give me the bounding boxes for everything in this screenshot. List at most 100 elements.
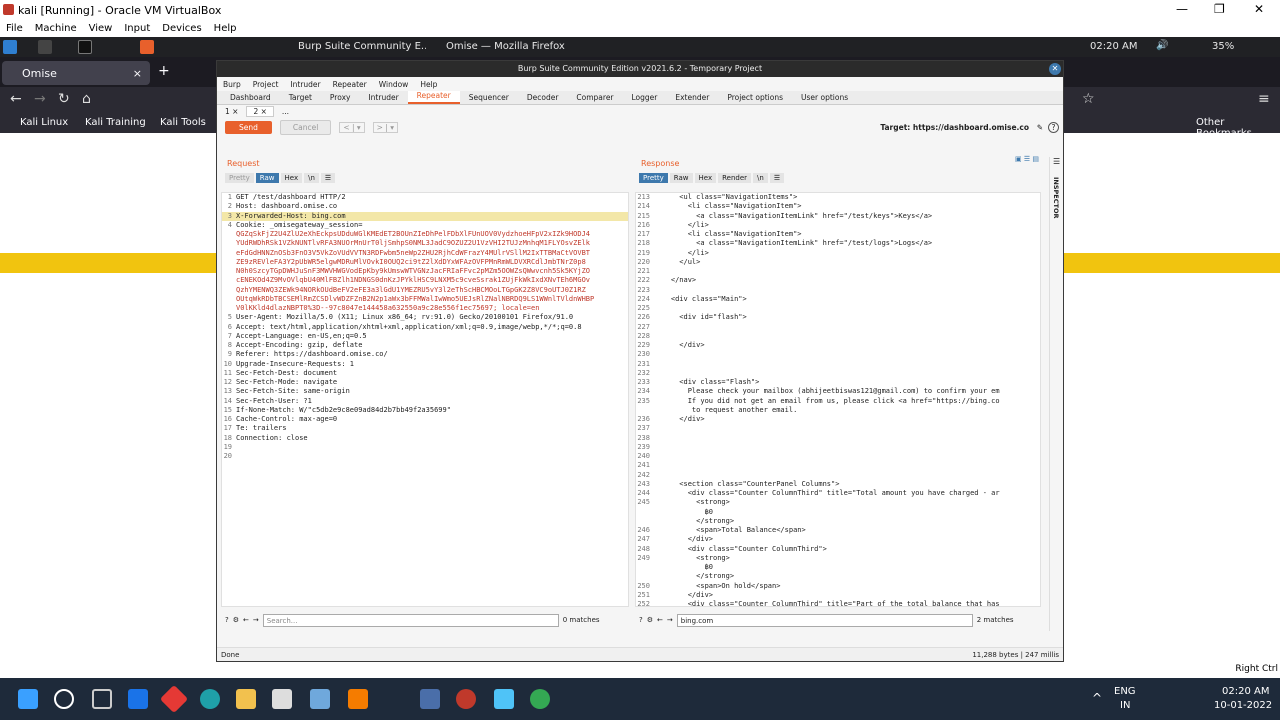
code-line[interactable]: 225 (636, 304, 1040, 313)
code-line[interactable]: V0lKKld4dlazNBPT0%3D--97c8047e144458a632… (222, 304, 628, 313)
resp-opt-raw[interactable]: Raw (669, 173, 693, 183)
req-opt-pretty[interactable]: Pretty (225, 173, 254, 183)
menu-machine[interactable]: Machine (35, 23, 77, 34)
task-firefox[interactable]: Omise — Mozilla Firefox (446, 41, 565, 52)
app-icon-1[interactable] (128, 689, 148, 709)
code-line[interactable]: 15 If-None-Match: W/"c5db2e9c8e09ad84d2b7… (222, 406, 628, 415)
code-line[interactable]: 14 Sec-Fetch-User: ?1 (222, 397, 628, 406)
req-search-prev-icon[interactable]: ← (243, 616, 249, 624)
code-line[interactable]: 7 Accept-Language: en-US,en;q=0.5 (222, 332, 628, 341)
req-opt-raw[interactable]: Raw (255, 173, 279, 183)
code-line[interactable]: 220 </ul> (636, 258, 1040, 267)
tab-target[interactable]: Target (280, 93, 321, 104)
code-line[interactable]: 231 (636, 360, 1040, 369)
code-line[interactable]: to request another email. (636, 406, 1040, 415)
code-line[interactable]: 221 (636, 267, 1040, 276)
code-line[interactable]: 243 <section class="CounterPanel Columns… (636, 480, 1040, 489)
tab-comparer[interactable]: Comparer (567, 93, 622, 104)
code-line[interactable]: 230 (636, 350, 1040, 359)
target-label[interactable]: Target: https://dashboard.omise.co (880, 123, 1029, 132)
tray-chevron-icon[interactable]: ^ (1092, 691, 1102, 705)
resp-opt-render[interactable]: Render (718, 173, 752, 183)
search-icon[interactable] (54, 689, 74, 709)
code-line[interactable]: 244 <div class="Counter ColumnThird" tit… (636, 489, 1040, 498)
req-search-next-icon[interactable]: → (253, 616, 259, 624)
code-line[interactable]: 217 <li class="NavigationItem"> (636, 230, 1040, 239)
resp-opt-hex[interactable]: Hex (694, 173, 717, 183)
code-line[interactable]: 1 GET /test/dashboard HTTP/2 (222, 193, 628, 202)
code-line[interactable]: 216 </li> (636, 221, 1040, 230)
taskbar-clock[interactable]: 02:20 AM (1222, 686, 1269, 697)
code-line[interactable]: 2 Host: dashboard.omise.co (222, 202, 628, 211)
resp-opt-menu[interactable]: ☰ (769, 173, 785, 183)
bookmark-kali-tools[interactable]: Kali Tools (160, 117, 206, 128)
home-icon[interactable]: ⌂ (82, 91, 91, 107)
reload-icon[interactable]: ↻ (58, 91, 70, 107)
resp-search-help-icon[interactable]: ? (639, 616, 643, 624)
back-icon[interactable]: ← (10, 91, 22, 107)
code-line[interactable]: 240 (636, 452, 1040, 461)
code-line[interactable]: 249 <strong> (636, 554, 1040, 563)
code-line[interactable]: 246 <span>Total Balance</span> (636, 526, 1040, 535)
app-icon-4[interactable] (310, 689, 330, 709)
burp-menu-help[interactable]: Help (420, 80, 437, 89)
code-line[interactable]: 10 Upgrade-Insecure-Requests: 1 (222, 360, 628, 369)
burp-menu-intruder[interactable]: Intruder (290, 80, 320, 89)
code-line[interactable]: 241 (636, 461, 1040, 470)
request-editor[interactable]: 1 GET /test/dashboard HTTP/2 2 Host: dashbo… (221, 192, 629, 607)
terminal-icon[interactable] (78, 40, 92, 54)
code-line[interactable]: 219 </li> (636, 249, 1040, 258)
start-icon[interactable] (18, 689, 38, 709)
code-line[interactable]: 242 (636, 471, 1040, 480)
cancel-button[interactable]: Cancel (279, 119, 332, 135)
code-line[interactable]: 18 Connection: close (222, 434, 628, 443)
code-line[interactable]: </strong> (636, 517, 1040, 526)
lang-label[interactable]: ENG (1114, 686, 1136, 697)
tab-project-options[interactable]: Project options (718, 93, 792, 104)
app-icon-5[interactable] (456, 689, 476, 709)
code-line[interactable]: 229 </div> (636, 341, 1040, 350)
code-line[interactable]: 3 X-Forwarded-Host: bing.com (222, 211, 628, 221)
help-icon[interactable]: ? (1048, 121, 1059, 133)
repeater-tab-new[interactable]: ... (282, 107, 289, 116)
code-line[interactable]: 224 <div class="Main"> (636, 295, 1040, 304)
history-back-icon[interactable]: < | ▾ (339, 121, 365, 133)
code-line[interactable]: 228 (636, 332, 1040, 341)
burp-menu-repeater[interactable]: Repeater (333, 80, 367, 89)
menu-file[interactable]: File (6, 23, 23, 34)
resp-search-settings-icon[interactable]: ⚙ (647, 616, 653, 624)
request-search-input[interactable]: Search... (262, 613, 559, 627)
code-line[interactable]: 223 (636, 286, 1040, 295)
repeater-tab-2[interactable]: 2 × (246, 105, 274, 117)
code-line[interactable]: 11 Sec-Fetch-Dest: document (222, 369, 628, 378)
code-line[interactable]: QzhYMENWQ3ZEWk94NORkOUdBeFV2eFE3a3lGdU1Y… (222, 286, 628, 295)
code-line[interactable]: cENEKOd4Z9MvOVlqbU40MlFBZlh1NDNGS0dnKzJP… (222, 276, 628, 285)
vlc-icon[interactable] (348, 689, 368, 709)
bookmark-kali-training[interactable]: Kali Training (85, 117, 146, 128)
response-search-input[interactable]: bing.com (676, 613, 973, 627)
tab-close-icon[interactable]: × (133, 67, 142, 80)
code-line[interactable]: 236 </div> (636, 415, 1040, 424)
restore-button[interactable]: ❐ (1214, 2, 1225, 16)
tab-user-options[interactable]: User options (792, 93, 857, 104)
chrome-icon[interactable] (530, 689, 550, 709)
minimize-button[interactable]: — (1176, 2, 1188, 16)
code-line[interactable]: 227 (636, 323, 1040, 332)
tab-repeater[interactable]: Repeater (407, 91, 460, 104)
code-line[interactable]: 5 User-Agent: Mozilla/5.0 (X11; Linux x86… (222, 313, 628, 322)
tab-sequencer[interactable]: Sequencer (460, 93, 518, 104)
burp-menu-window[interactable]: Window (379, 80, 409, 89)
code-line[interactable]: 20 (222, 452, 628, 461)
response-editor[interactable]: 213 <ul class="NavigationItems"> 214 <li … (635, 192, 1041, 607)
resp-opt-pretty[interactable]: Pretty (639, 173, 668, 183)
resp-search-prev-icon[interactable]: ← (657, 616, 663, 624)
code-line[interactable]: 214 <li class="NavigationItem"> (636, 202, 1040, 211)
code-line[interactable]: 235 If you did not get an email from us,… (636, 397, 1040, 406)
burp-close-icon[interactable]: ✕ (1049, 63, 1061, 75)
code-line[interactable]: 12 Sec-Fetch-Mode: navigate (222, 378, 628, 387)
code-line[interactable]: 17 Te: trailers (222, 424, 628, 433)
tab-extender[interactable]: Extender (666, 93, 718, 104)
code-line[interactable]: 213 <ul class="NavigationItems"> (636, 193, 1040, 202)
code-line[interactable]: YUdRWDhRSk1VZkNUNTlvRFA3NUOrMnUrT0ljSmhp… (222, 239, 628, 248)
req-search-settings-icon[interactable]: ⚙ (233, 616, 239, 624)
